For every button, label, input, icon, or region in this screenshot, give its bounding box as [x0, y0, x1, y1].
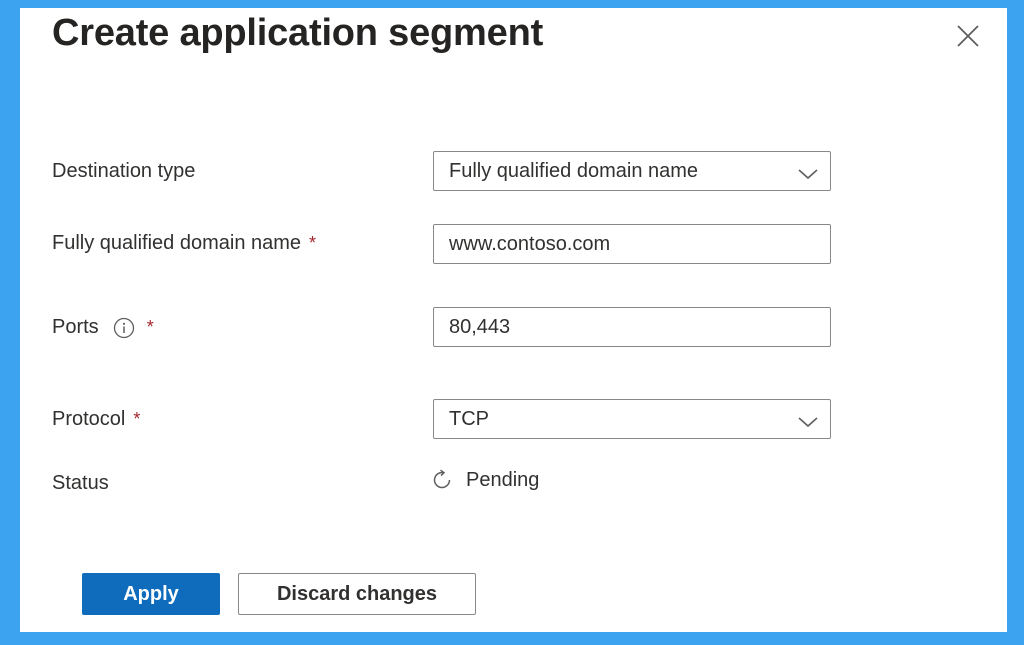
required-marker: *: [309, 233, 317, 253]
fqdn-label-text: Fully qualified domain name: [52, 232, 302, 254]
protocol-label: Protocol *: [52, 408, 140, 431]
fqdn-label: Fully qualified domain name *: [52, 232, 316, 255]
destination-type-label: Destination type: [52, 160, 195, 183]
destination-type-value: Fully qualified domain name: [449, 159, 699, 182]
chevron-down-icon: [798, 164, 818, 180]
create-application-segment-dialog: Create application segment Destination t…: [20, 8, 1007, 632]
status-indicator: Pending: [430, 468, 539, 492]
fqdn-input[interactable]: www.contoso.com: [433, 224, 831, 264]
ports-value: 80,443: [449, 315, 511, 338]
required-marker: *: [146, 317, 154, 337]
ports-label: Ports *: [52, 316, 154, 339]
ports-input[interactable]: 80,443: [433, 307, 831, 347]
refresh-icon: [433, 469, 451, 489]
required-marker: *: [133, 409, 141, 429]
destination-type-label-text: Destination type: [52, 160, 196, 182]
fqdn-value: www.contoso.com: [449, 232, 611, 255]
ports-label-text: Ports: [52, 316, 99, 338]
chevron-down-icon: [798, 412, 818, 428]
dialog-title: Create application segment: [52, 12, 544, 54]
protocol-label-text: Protocol: [52, 408, 126, 430]
protocol-dropdown[interactable]: TCP: [433, 399, 831, 439]
info-icon[interactable]: [113, 317, 135, 339]
status-label: Status: [52, 472, 109, 495]
status-value: Pending: [466, 468, 540, 491]
discard-changes-button[interactable]: Discard changes: [238, 573, 476, 615]
apply-button[interactable]: Apply: [82, 573, 220, 615]
protocol-value: TCP: [449, 407, 489, 430]
destination-type-dropdown[interactable]: Fully qualified domain name: [433, 151, 831, 191]
status-label-text: Status: [52, 472, 109, 494]
close-icon[interactable]: [956, 24, 980, 48]
